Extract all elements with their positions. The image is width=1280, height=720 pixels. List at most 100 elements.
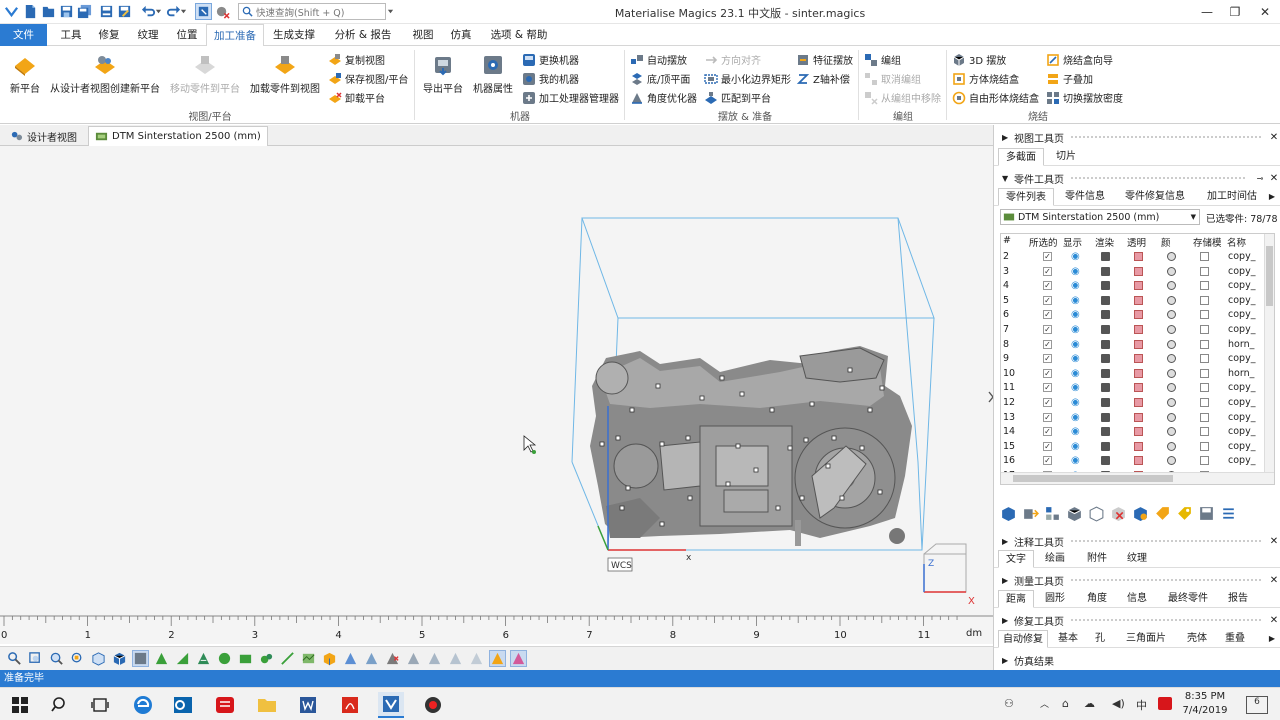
- row-render-cube-icon[interactable]: [1101, 412, 1110, 422]
- table-row[interactable]: 12 ✓ ◉ copy_: [1001, 396, 1266, 411]
- tab-simulation[interactable]: 仿真: [442, 24, 480, 46]
- tab-draw[interactable]: 绘画: [1036, 550, 1074, 568]
- file-explorer-icon[interactable]: [254, 692, 280, 718]
- tab-basic[interactable]: 基本: [1052, 630, 1084, 648]
- row-transparent-cube-icon[interactable]: [1134, 281, 1143, 291]
- tab-view[interactable]: 视图: [404, 24, 442, 46]
- row-storage-cube-icon[interactable]: [1200, 354, 1209, 364]
- min-bounding-rect-button[interactable]: 最小化边界矩形: [704, 71, 791, 86]
- row-color-swatch[interactable]: [1167, 252, 1176, 261]
- remove-from-group-button[interactable]: 从编组中移除: [864, 90, 941, 105]
- save-part-icon[interactable]: [1198, 505, 1215, 522]
- row-color-swatch[interactable]: [1167, 368, 1176, 378]
- part-toolbar-header[interactable]: ▼ 零件工具页 ⊸ ✕: [994, 170, 1280, 187]
- row-visible-eye-icon[interactable]: ◉: [1071, 295, 1080, 306]
- row-storage-cube-icon[interactable]: [1200, 383, 1209, 393]
- row-transparent-cube-icon[interactable]: [1134, 456, 1143, 466]
- tab-analysis-report[interactable]: 分析 & 报告: [330, 24, 396, 46]
- tab-final-part[interactable]: 最终零件: [1160, 590, 1216, 608]
- row-visible-eye-icon[interactable]: ◉: [1071, 309, 1080, 320]
- row-storage-cube-icon[interactable]: [1200, 412, 1209, 422]
- highlight-edges-icon[interactable]: [510, 650, 527, 667]
- fix-icon-d[interactable]: [405, 650, 422, 667]
- row-storage-cube-icon[interactable]: [1200, 456, 1209, 466]
- col-header-storage[interactable]: 存储模: [1193, 235, 1222, 249]
- row-transparent-cube-icon[interactable]: [1134, 368, 1143, 378]
- row-color-swatch[interactable]: [1167, 325, 1176, 334]
- row-storage-cube-icon[interactable]: [1200, 310, 1209, 320]
- outlook-icon[interactable]: [170, 692, 196, 718]
- row-selected-checkbox[interactable]: ✓: [1043, 368, 1052, 378]
- row-render-cube-icon[interactable]: [1101, 456, 1110, 466]
- zoom-selected-icon[interactable]: [69, 650, 86, 667]
- ime-indicator[interactable]: 中: [1136, 697, 1147, 713]
- fix-icon-f[interactable]: [447, 650, 464, 667]
- duplicate-part-icon[interactable]: [1066, 505, 1083, 522]
- tab-scroll-right-icon[interactable]: ▶: [1266, 188, 1278, 206]
- row-render-cube-icon[interactable]: [1101, 266, 1110, 276]
- row-visible-eye-icon[interactable]: ◉: [1071, 397, 1080, 408]
- row-storage-cube-icon[interactable]: [1200, 295, 1209, 305]
- magics-taskbar-icon[interactable]: [378, 692, 404, 718]
- tray-expand-icon[interactable]: ︿: [1040, 697, 1049, 710]
- row-storage-cube-icon[interactable]: [1200, 252, 1209, 261]
- row-transparent-cube-icon[interactable]: [1134, 339, 1143, 349]
- auto-place-button[interactable]: 自动摆放: [630, 52, 687, 67]
- fix-icon-c[interactable]: [384, 650, 401, 667]
- table-row[interactable]: 16 ✓ ◉ copy_: [1001, 454, 1266, 469]
- row-render-cube-icon[interactable]: [1101, 310, 1110, 320]
- table-row[interactable]: 6 ✓ ◉ copy_: [1001, 308, 1266, 323]
- tab-auto-fix[interactable]: 自动修复: [998, 630, 1048, 648]
- row-visible-eye-icon[interactable]: ◉: [1071, 455, 1080, 466]
- customize-toolbar-icon[interactable]: [386, 3, 395, 20]
- row-storage-cube-icon[interactable]: [1200, 368, 1209, 378]
- row-transparent-cube-icon[interactable]: [1134, 325, 1143, 334]
- fix-icon-g[interactable]: [468, 650, 485, 667]
- unselect-icon[interactable]: [214, 3, 231, 20]
- group-button[interactable]: 编组: [864, 52, 901, 67]
- row-color-swatch[interactable]: [1167, 295, 1176, 305]
- pin-icon[interactable]: ⊸: [1253, 174, 1267, 183]
- close-panel-icon[interactable]: ✕: [1267, 615, 1280, 626]
- tab-build-time[interactable]: 加工时间估: [1198, 188, 1266, 206]
- row-color-swatch[interactable]: [1167, 383, 1176, 393]
- row-color-swatch[interactable]: [1167, 456, 1176, 466]
- row-selected-checkbox[interactable]: ✓: [1043, 266, 1052, 276]
- row-color-swatch[interactable]: [1167, 441, 1176, 451]
- fix-icon-e[interactable]: [426, 650, 443, 667]
- tab-designer-view[interactable]: 设计者视图: [4, 126, 83, 146]
- unload-platform-button[interactable]: 卸载平台: [328, 90, 385, 105]
- create-from-designer-button[interactable]: 从设计者视图创建新平台: [48, 52, 162, 95]
- row-visible-eye-icon[interactable]: ◉: [1071, 368, 1080, 379]
- row-selected-checkbox[interactable]: ✓: [1043, 281, 1052, 291]
- edge-browser-icon[interactable]: [130, 692, 156, 718]
- col-header-name[interactable]: 名称: [1227, 235, 1246, 249]
- network-icon[interactable]: ⌂: [1062, 697, 1069, 710]
- box-sinter-button[interactable]: 方体烧结盒: [952, 71, 1019, 86]
- tab-shells[interactable]: 壳体: [1180, 630, 1214, 648]
- tab-report[interactable]: 报告: [1220, 590, 1256, 608]
- row-visible-eye-icon[interactable]: ◉: [1071, 339, 1080, 350]
- row-color-swatch[interactable]: [1167, 398, 1176, 407]
- row-storage-cube-icon[interactable]: [1200, 266, 1209, 276]
- save-view-platform-button[interactable]: 保存视图/平台: [328, 71, 408, 86]
- table-vertical-scrollbar[interactable]: [1264, 234, 1274, 472]
- close-panel-icon[interactable]: ✕: [1267, 173, 1280, 184]
- remove-part-icon[interactable]: [1110, 505, 1127, 522]
- view-cube-icon[interactable]: [111, 650, 128, 667]
- wireframe-part-icon[interactable]: [1088, 505, 1105, 522]
- tab-build-prep[interactable]: 加工准备: [206, 24, 264, 47]
- acrobat-icon[interactable]: [337, 692, 363, 718]
- view-toolbar-header[interactable]: ▶ 视图工具页 ✕: [994, 129, 1280, 146]
- save-as-icon[interactable]: [116, 3, 133, 20]
- row-storage-cube-icon[interactable]: [1200, 398, 1209, 407]
- recorder-icon[interactable]: [420, 692, 446, 718]
- sub-stack-button[interactable]: 子叠加: [1046, 71, 1093, 86]
- action-center-icon[interactable]: 6: [1246, 696, 1268, 714]
- direction-align-button[interactable]: 方向对齐: [704, 52, 761, 67]
- sphere-view-icon[interactable]: [216, 650, 233, 667]
- volume-icon[interactable]: ◀): [1112, 697, 1125, 710]
- export-platform-button[interactable]: 导出平台: [420, 52, 466, 95]
- row-render-cube-icon[interactable]: [1101, 441, 1110, 451]
- youdao-dict-icon[interactable]: [212, 692, 238, 718]
